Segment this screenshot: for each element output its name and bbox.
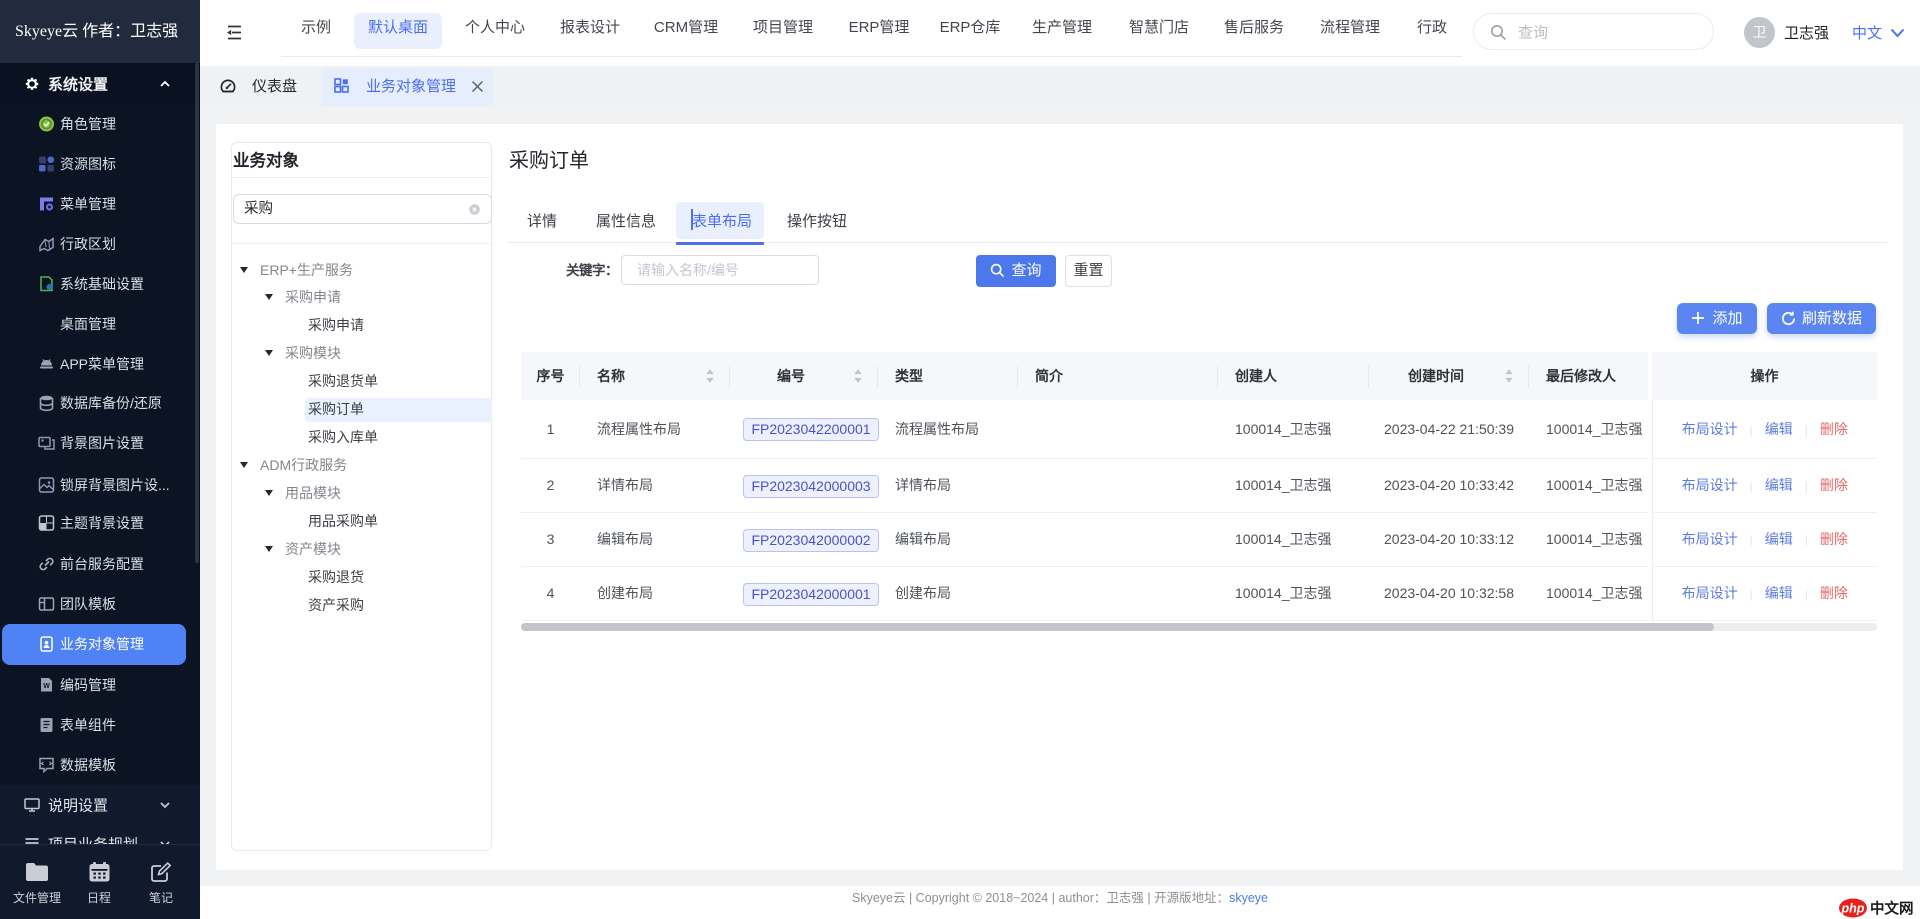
- svg-text:中文网: 中文网: [1870, 900, 1914, 918]
- svg-text:php: php: [1841, 902, 1865, 916]
- svg-text:W: W: [43, 683, 50, 690]
